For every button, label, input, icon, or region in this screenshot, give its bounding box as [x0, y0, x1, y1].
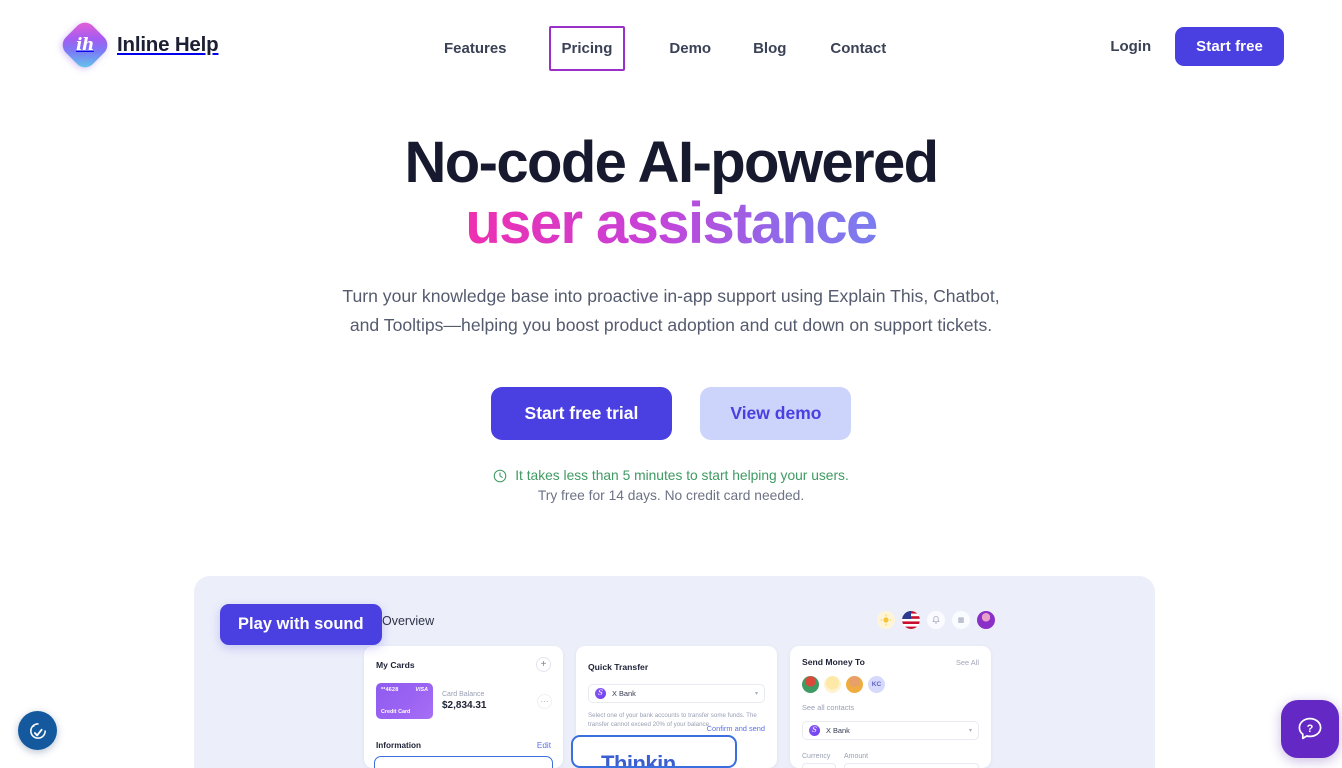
hero-subtitle: Turn your knowledge base into proactive … [342, 286, 1000, 335]
contact-avatars: KC [802, 676, 979, 693]
currency-label: Currency [802, 753, 831, 760]
overview-label: Overview [382, 614, 435, 628]
currency-field-group: Currency [802, 753, 836, 768]
nav-item-blog[interactable]: Blog [753, 32, 786, 65]
currency-amount-row: Currency Amount [802, 753, 979, 768]
brand-name: Inline Help [117, 33, 219, 56]
header-actions: Login Start free [1110, 27, 1284, 66]
hero-note-gray: Try free for 14 days. No credit card nee… [537, 488, 805, 503]
landing-page: ih Inline Help Features Pricing Demo Blo… [0, 0, 1342, 768]
hero-title-line1: No-code AI-powered [404, 130, 940, 195]
amount-label: Amount [844, 753, 869, 760]
quick-transfer-title: Quick Transfer [588, 662, 649, 672]
send-money-bank-select[interactable]: S X Bank ▾ [802, 721, 979, 740]
my-cards-title: My Cards [376, 659, 415, 670]
bell-icon[interactable] [927, 611, 945, 629]
contact-avatar-initials[interactable]: KC [868, 676, 885, 693]
nav-link-blog[interactable]: Blog [753, 32, 786, 65]
hero-note-green-text: It takes less than 5 minutes to start he… [515, 468, 849, 483]
send-money-title: Send Money To [802, 657, 865, 667]
my-cards-header: My Cards + [376, 657, 551, 672]
hero-cta-row: Start free trial View demo [0, 387, 1342, 440]
svg-text:?: ? [1307, 723, 1314, 735]
highlighted-input-field[interactable] [374, 756, 553, 768]
start-free-trial-button[interactable]: Start free trial [490, 387, 673, 440]
bank-logo-icon: S [595, 688, 606, 699]
see-all-link[interactable]: See All [956, 658, 979, 667]
credit-card-visual: **4628 VISA Credit Card [376, 683, 433, 719]
card-balance-block: Card Balance $2,834.31 [442, 691, 487, 711]
clock-icon [493, 469, 507, 482]
card-more-options-button[interactable]: ··· [537, 694, 552, 709]
logo-letters: ih [76, 34, 94, 55]
main-navigation: Features Pricing Demo Blog Contact [444, 26, 886, 71]
play-with-sound-button[interactable]: Play with sound [220, 604, 382, 645]
quick-transfer-bank-value: X Bank [612, 689, 636, 698]
apps-grid-icon[interactable]: ▦ [952, 611, 970, 629]
my-cards-card: My Cards + **4628 VISA Credit Card Card … [364, 646, 563, 768]
see-all-contacts-label[interactable]: See all contacts [802, 703, 979, 712]
login-link[interactable]: Login [1110, 38, 1151, 55]
send-money-bank-value: X Bank [826, 726, 850, 735]
credit-card-top: **4628 VISA [381, 687, 428, 693]
send-money-card: Send Money To See All KC See all contact… [790, 646, 991, 768]
brand-logo-link[interactable]: ih Inline Help [58, 18, 219, 72]
nav-item-demo[interactable]: Demo [669, 32, 711, 65]
contact-avatar[interactable] [802, 676, 819, 693]
nav-item-pricing[interactable]: Pricing [548, 26, 626, 71]
send-money-header: Send Money To See All [802, 657, 979, 667]
hero-title-line2: user assistance [465, 191, 878, 256]
demo-topbar-icons: ▦ [877, 611, 995, 629]
chevron-down-icon: ▾ [968, 728, 972, 734]
quick-transfer-bank-select[interactable]: S X Bank ▾ [588, 684, 765, 703]
inline-help-logo-icon: ih [58, 18, 112, 72]
edit-link[interactable]: Edit [537, 741, 551, 750]
contact-avatar[interactable] [846, 676, 863, 693]
information-row: Information Edit [376, 741, 551, 750]
sun-icon[interactable] [877, 611, 895, 629]
card-balance-value: $2,834.31 [442, 700, 487, 711]
information-label: Information [376, 741, 422, 750]
nav-item-features[interactable]: Features [444, 32, 507, 65]
us-flag-icon[interactable] [902, 611, 920, 629]
card-summary-row: **4628 VISA Credit Card Card Balance $2,… [376, 683, 551, 719]
thinking-tooltip-popup: Thinkin [571, 735, 737, 768]
nav-link-features[interactable]: Features [444, 32, 507, 65]
view-demo-button[interactable]: View demo [700, 387, 852, 440]
hero-section: No-code AI-powered user assistance Turn … [0, 132, 1342, 503]
question-bubble-icon: ? [1298, 717, 1322, 740]
nav-link-contact[interactable]: Contact [830, 32, 886, 65]
amount-field-group: Amount [844, 753, 979, 768]
user-avatar[interactable] [977, 611, 995, 629]
visa-logo: VISA [415, 687, 428, 693]
card-balance-label: Card Balance [442, 691, 485, 698]
help-chat-widget-button[interactable]: ? [1281, 700, 1339, 758]
amount-input[interactable] [844, 763, 979, 768]
add-card-button[interactable]: + [536, 657, 551, 672]
thinking-tooltip-text: Thinkin [601, 751, 676, 768]
page-title: No-code AI-powered user assistance [0, 132, 1342, 254]
nav-link-demo[interactable]: Demo [669, 32, 711, 65]
site-header: ih Inline Help Features Pricing Demo Blo… [0, 0, 1342, 88]
nav-link-pricing[interactable]: Pricing [562, 32, 613, 65]
currency-input[interactable] [802, 763, 836, 768]
hero-note-green: It takes less than 5 minutes to start he… [0, 468, 1342, 483]
nav-item-contact[interactable]: Contact [830, 32, 886, 65]
start-free-button[interactable]: Start free [1175, 27, 1284, 66]
card-type-label: Credit Card [381, 709, 411, 715]
confirm-and-send-link[interactable]: Confirm and send [707, 724, 765, 733]
bank-logo-icon: S [809, 725, 820, 736]
card-number: **4628 [381, 687, 399, 693]
accessibility-icon [29, 722, 46, 739]
contact-avatar[interactable] [824, 676, 841, 693]
accessibility-widget-button[interactable] [18, 711, 57, 750]
chevron-down-icon: ▾ [754, 691, 758, 697]
